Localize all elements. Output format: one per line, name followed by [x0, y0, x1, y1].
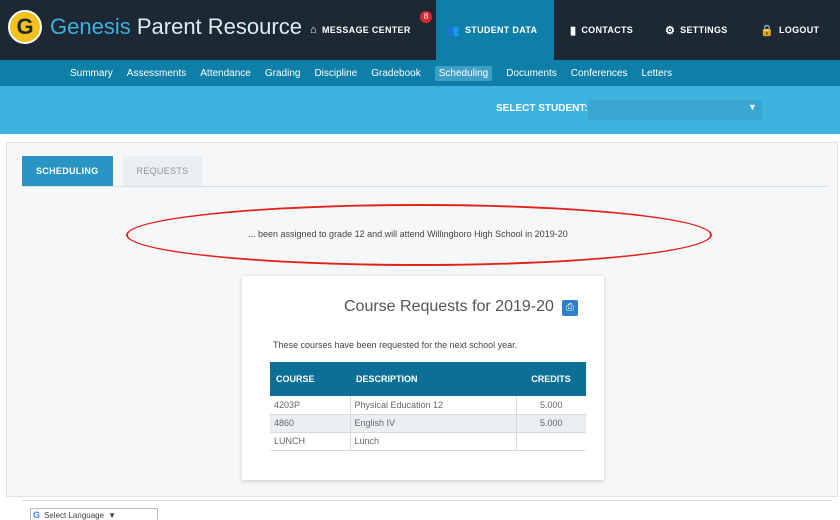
subnav-summary[interactable]: Summary: [70, 68, 113, 79]
subnav-discipline[interactable]: Discipline: [314, 68, 357, 79]
select-student-label: SELECT STUDENT:: [496, 103, 588, 114]
nav-logout[interactable]: 🔒 LOGOUT: [760, 0, 819, 60]
footer-divider: [22, 500, 832, 501]
sub-navigation: Summary Assessments Attendance Grading D…: [0, 60, 840, 86]
tab-divider: [22, 186, 828, 187]
table-row: 4860 English IV 5.000: [270, 414, 586, 433]
table-header-row: COURSE DESCRIPTION CREDITS: [270, 362, 586, 396]
nav-message-center[interactable]: ⌂ MESSAGE CENTER: [310, 0, 411, 60]
subnav-letters[interactable]: Letters: [642, 68, 673, 79]
course-code: LUNCH: [270, 432, 350, 451]
dropdown-arrow-icon[interactable]: ▼: [748, 102, 757, 112]
nav-student-data[interactable]: 👥 STUDENT DATA: [436, 0, 554, 60]
nav-student-data-label: STUDENT DATA: [465, 25, 538, 35]
top-bar: G Genesis Parent Resource ⌂ MESSAGE CENT…: [0, 0, 840, 60]
column-header-course: COURSE: [270, 362, 350, 396]
course-requests-table: COURSE DESCRIPTION CREDITS 4203P Physica…: [270, 362, 586, 451]
app-title: Genesis Parent Resource: [50, 14, 302, 40]
card-title: Course Requests for 2019-20: [344, 298, 554, 315]
genesis-logo[interactable]: G: [8, 10, 42, 44]
course-description: English IV: [349, 414, 516, 433]
logo-letter: G: [16, 14, 34, 39]
nav-contacts[interactable]: ▮ CONTACTS: [570, 0, 633, 60]
nav-logout-label: LOGOUT: [779, 25, 820, 35]
select-student-band: SELECT STUDENT: ▼: [0, 86, 840, 134]
tab-scheduling[interactable]: SCHEDULING: [22, 156, 113, 186]
column-header-description: DESCRIPTION: [350, 362, 516, 396]
gear-icon: ⚙: [665, 24, 676, 37]
card-subtitle: These courses have been requested for th…: [273, 340, 518, 350]
annotation-ellipse: [126, 204, 712, 266]
brand-name: Genesis: [50, 14, 131, 39]
nav-settings-label: SETTINGS: [680, 25, 728, 35]
google-translate-icon: G: [33, 510, 41, 520]
chevron-down-icon: ▼: [108, 510, 116, 520]
subnav-attendance[interactable]: Attendance: [200, 68, 251, 79]
nav-settings[interactable]: ⚙ SETTINGS: [665, 0, 728, 60]
course-code: 4860: [270, 414, 350, 433]
nav-message-center-label: MESSAGE CENTER: [321, 25, 411, 35]
course-description: Physical Education 12: [349, 396, 516, 415]
brand-tagline: Parent Resource: [136, 14, 302, 39]
language-selector[interactable]: G Select Language ▼: [30, 508, 158, 520]
select-student-dropdown[interactable]: [588, 100, 762, 120]
table-row: LUNCH Lunch: [270, 432, 586, 451]
table-row: 4203P Physical Education 12 5.000: [270, 396, 586, 415]
subnav-grading[interactable]: Grading: [265, 68, 301, 79]
nav-contacts-label: CONTACTS: [581, 25, 634, 35]
subnav-gradebook[interactable]: Gradebook: [371, 68, 420, 79]
print-icon[interactable]: ⎙: [562, 300, 578, 316]
users-icon: 👥: [446, 24, 460, 37]
message-count-badge: 8: [420, 11, 432, 23]
course-code: 4203P: [270, 396, 350, 415]
tab-requests[interactable]: REQUESTS: [122, 156, 203, 186]
phone-icon: ▮: [570, 24, 577, 37]
subnav-documents[interactable]: Documents: [506, 68, 557, 79]
course-credits: [515, 432, 586, 451]
schedule-tabs: SCHEDULING REQUESTS: [22, 156, 203, 186]
column-header-credits: CREDITS: [516, 362, 586, 396]
home-icon: ⌂: [310, 24, 317, 36]
lock-icon: 🔒: [760, 24, 774, 37]
language-selector-label: Select Language: [44, 510, 105, 520]
course-credits: 5.000: [515, 414, 586, 433]
subnav-conferences[interactable]: Conferences: [571, 68, 628, 79]
course-credits: 5.000: [515, 396, 586, 415]
subnav-assessments[interactable]: Assessments: [127, 68, 186, 79]
subnav-scheduling[interactable]: Scheduling: [434, 65, 493, 81]
course-description: Lunch: [349, 432, 516, 451]
